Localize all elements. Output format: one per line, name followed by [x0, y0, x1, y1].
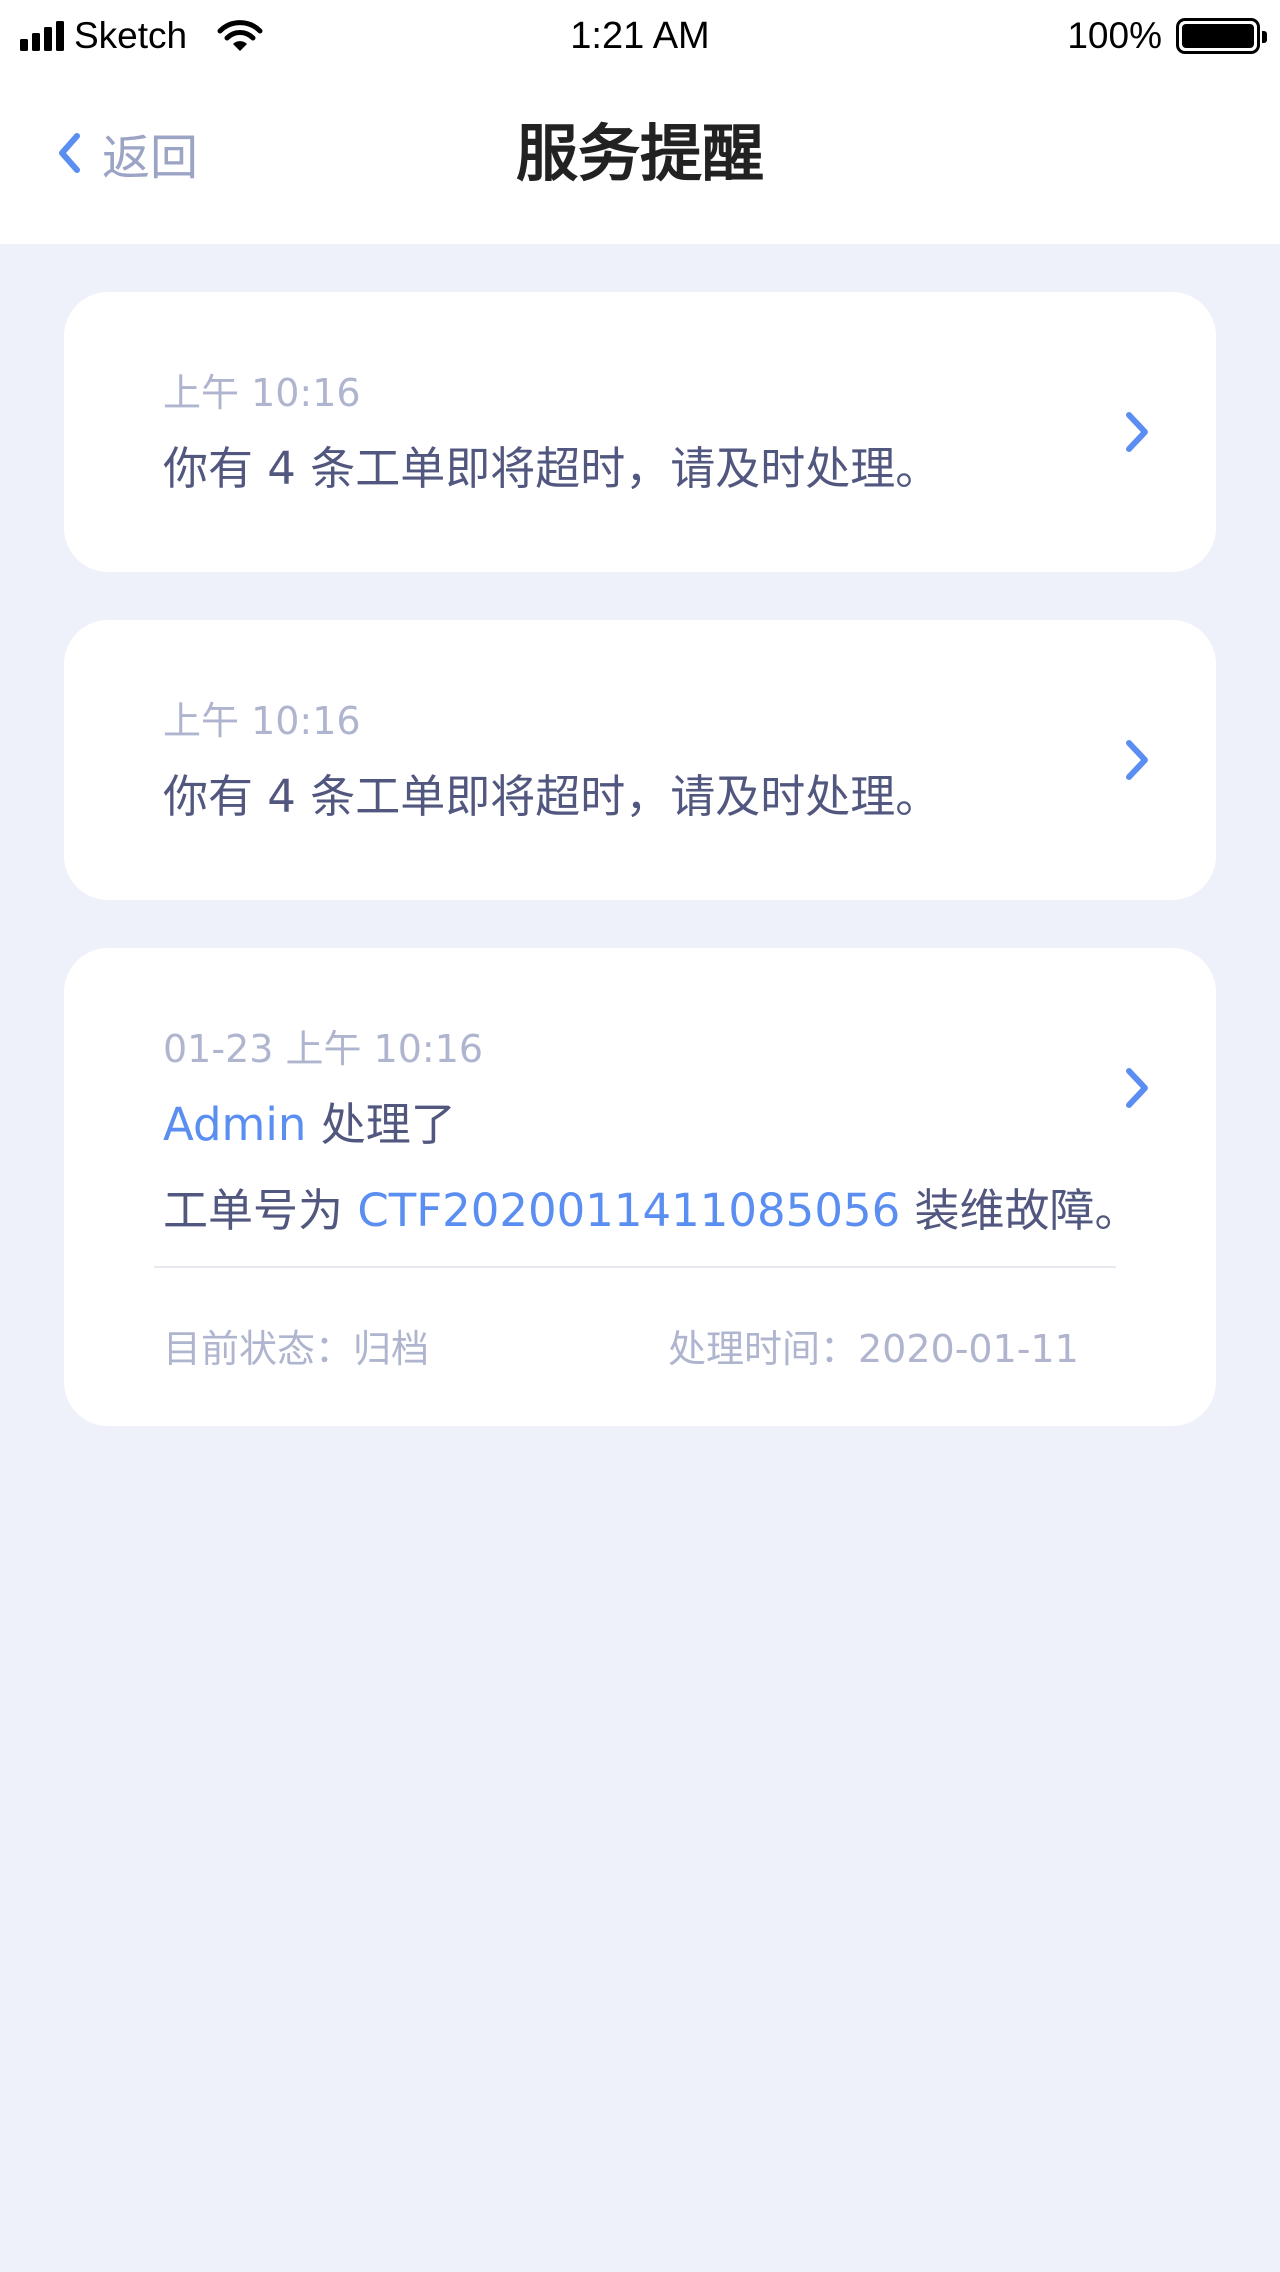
order-suffix: 装维故障。: [914, 1184, 1140, 1237]
notification-card[interactable]: 上午 10:16 你有 4 条工单即将超时，请及时处理。: [64, 620, 1216, 900]
card-time: 01-23 上午 10:16: [163, 1027, 484, 1071]
handle-time: 处理时间：2020-01-11: [668, 1327, 1079, 1371]
order-prefix: 工单号为: [163, 1184, 344, 1237]
battery-icon: [1176, 18, 1267, 54]
card-message: 你有 4 条工单即将超时，请及时处理。: [163, 442, 941, 495]
user-name[interactable]: Admin: [163, 1098, 306, 1151]
order-number[interactable]: CTF2020011411085056: [357, 1184, 900, 1237]
status-right: 100%: [1067, 12, 1267, 60]
card-time: 上午 10:16: [163, 699, 361, 743]
card-order-line: 工单号为 CTF2020011411085056 装维故障。: [163, 1174, 1140, 1239]
order-card[interactable]: 01-23 上午 10:16 Admin 处理了 工单号为 CTF2020011…: [64, 948, 1216, 1426]
card-action-line: Admin 处理了: [163, 1088, 456, 1153]
chevron-right-icon: [1126, 740, 1148, 780]
page-title: 服务提醒: [515, 117, 764, 190]
chevron-right-icon: [1126, 1068, 1148, 1108]
chevron-right-icon: [1126, 412, 1148, 452]
status-bar: Sketch 1:21 AM 100%: [0, 0, 1280, 72]
action-text: 处理了: [320, 1098, 456, 1151]
notification-card[interactable]: 上午 10:16 你有 4 条工单即将超时，请及时处理。: [64, 292, 1216, 572]
card-message: 你有 4 条工单即将超时，请及时处理。: [163, 770, 941, 823]
status-label: 目前状态：归档: [163, 1327, 430, 1371]
nav-bar: 返回 服务提醒: [0, 72, 1280, 244]
card-time: 上午 10:16: [163, 371, 361, 415]
divider: [154, 1266, 1116, 1268]
battery-percent: 100%: [1067, 15, 1162, 56]
